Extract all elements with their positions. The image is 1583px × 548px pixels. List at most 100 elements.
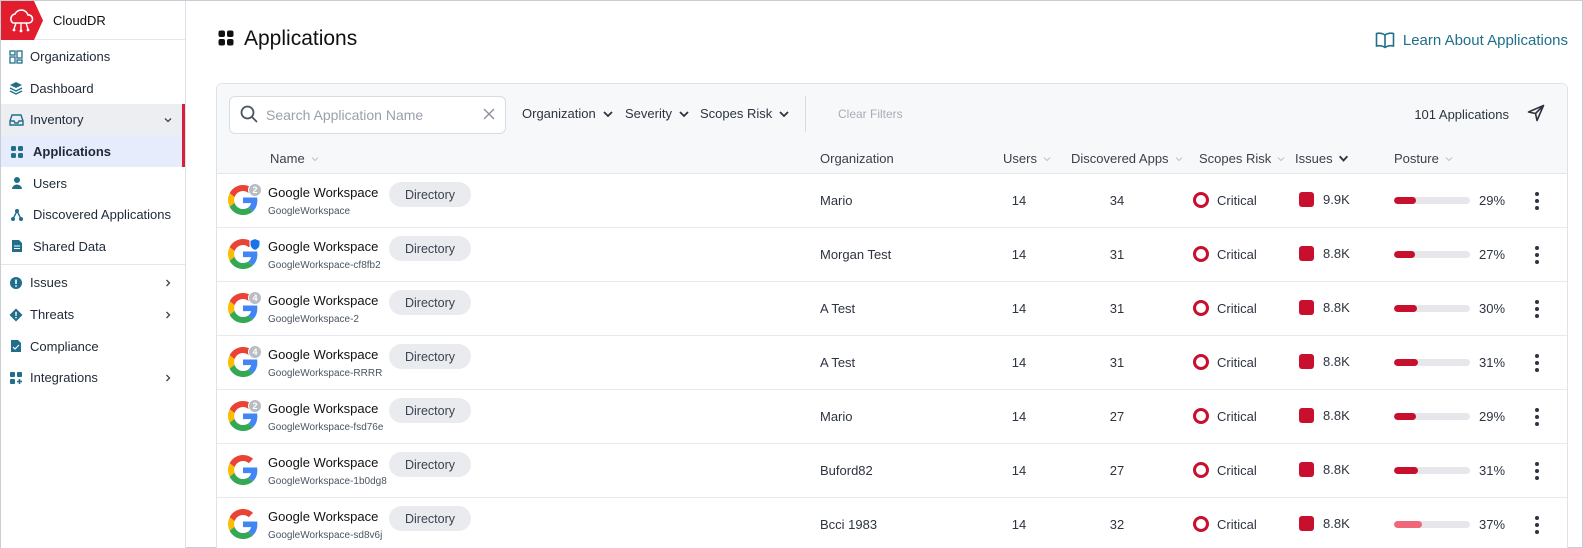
posture-bar — [1394, 305, 1470, 312]
issues-cell: 8.8K — [1299, 300, 1350, 315]
users-cell: 14 — [1011, 463, 1027, 478]
scopes-risk-filter[interactable]: Scopes Risk — [700, 106, 790, 121]
sidebar-item-applications[interactable]: Applications — [1, 135, 185, 168]
app-identifier: GoogleWorkspace-sd8v6j — [268, 530, 383, 541]
row-menu-icon[interactable] — [1532, 353, 1542, 373]
shield-badge-icon — [248, 237, 262, 251]
scopes-risk-cell: Critical — [1193, 408, 1257, 424]
discovered-apps-cell: 31 — [1109, 247, 1125, 262]
column-label: Name — [270, 151, 305, 166]
sidebar-item-label: Discovered Applications — [33, 207, 172, 223]
risk-label: Critical — [1217, 246, 1257, 262]
row-menu-icon[interactable] — [1532, 515, 1542, 535]
app-name[interactable]: Google Workspace — [268, 509, 378, 524]
app-name[interactable]: Google Workspace — [268, 455, 378, 470]
toolbar-divider — [805, 96, 806, 132]
table-row[interactable]: 2 Google Workspace GoogleWorkspace Direc… — [217, 174, 1567, 228]
page-header: Applications — [218, 27, 357, 51]
organization-cell: A Test — [820, 355, 856, 370]
column-posture[interactable]: Posture — [1394, 151, 1454, 166]
issues-count: 8.8K — [1323, 246, 1350, 261]
sidebar-item-label: Issues — [30, 275, 68, 291]
users-cell: 14 — [1011, 355, 1027, 370]
filter-label: Organization — [522, 106, 596, 121]
column-name[interactable]: Name — [270, 151, 320, 166]
table-row[interactable]: 4 Google Workspace GoogleWorkspace-2 Dir… — [217, 282, 1567, 336]
app-name[interactable]: Google Workspace — [268, 293, 378, 308]
organization-filter[interactable]: Organization — [522, 106, 614, 121]
column-organization[interactable]: Organization — [820, 151, 894, 166]
row-menu-icon[interactable] — [1532, 245, 1542, 265]
column-users[interactable]: Users — [1003, 151, 1052, 166]
column-label: Discovered Apps — [1071, 151, 1169, 166]
posture-cell: 29% — [1394, 409, 1505, 424]
severity-square-icon — [1299, 300, 1314, 315]
sidebar-item-inventory[interactable]: Inventory — [1, 104, 185, 136]
applications-panel: Organization Severity Scopes Risk Clear … — [216, 83, 1568, 548]
posture-percent: 27% — [1479, 247, 1506, 262]
integrations-icon — [8, 370, 24, 386]
category-tag: Directory — [389, 506, 471, 531]
issues-cell: 9.9K — [1299, 192, 1350, 207]
category-tag: Directory — [389, 236, 471, 261]
brand[interactable]: CloudDR — [1, 0, 185, 40]
sidebar-item-label: Integrations — [30, 370, 98, 386]
app-name[interactable]: Google Workspace — [268, 347, 378, 362]
clear-filters-button[interactable]: Clear Filters — [838, 107, 903, 121]
sidebar-item-label: Shared Data — [33, 238, 106, 254]
sidebar-item-compliance[interactable]: Compliance — [1, 330, 185, 362]
sidebar-item-users[interactable]: Users — [1, 167, 185, 199]
clear-search-icon[interactable] — [483, 108, 495, 120]
table-row[interactable]: 4 Google Workspace GoogleWorkspace-RRRR … — [217, 336, 1567, 390]
posture-bar — [1394, 413, 1470, 420]
organization-cell: Bcci 1983 — [820, 517, 878, 532]
send-icon[interactable] — [1527, 104, 1545, 122]
row-menu-icon[interactable] — [1532, 461, 1542, 481]
column-issues[interactable]: Issues — [1295, 151, 1349, 166]
search-box[interactable] — [229, 96, 506, 134]
severity-filter[interactable]: Severity — [625, 106, 690, 121]
column-discovered-apps[interactable]: Discovered Apps — [1071, 151, 1184, 166]
app-name: CloudDR — [53, 12, 106, 28]
sidebar-item-organizations[interactable]: Organizations — [1, 41, 185, 73]
sidebar-item-dashboard[interactable]: Dashboard — [1, 73, 185, 105]
sidebar-item-label: Organizations — [30, 49, 111, 65]
sidebar-item-threats[interactable]: Threats — [1, 299, 185, 331]
sidebar-item-discovered-applications[interactable]: Discovered Applications — [1, 199, 185, 231]
app-name[interactable]: Google Workspace — [268, 185, 378, 200]
discovered-apps-cell: 27 — [1109, 409, 1125, 424]
chevron-right-icon — [163, 278, 173, 288]
sidebar-item-integrations[interactable]: Integrations — [1, 362, 185, 394]
posture-bar-fill — [1394, 521, 1423, 528]
table-row[interactable]: Google Workspace GoogleWorkspace-1b0dg8 … — [217, 444, 1567, 498]
search-input[interactable] — [266, 107, 466, 123]
posture-bar-fill — [1394, 467, 1418, 474]
sidebar-item-shared-data[interactable]: Shared Data — [1, 231, 185, 263]
posture-percent: 37% — [1479, 517, 1506, 532]
document-icon — [9, 238, 25, 254]
row-menu-icon[interactable] — [1532, 191, 1542, 211]
critical-ring-icon — [1193, 462, 1209, 478]
row-menu-icon[interactable] — [1532, 299, 1542, 319]
open-book-icon — [1375, 31, 1395, 49]
posture-cell: 31% — [1394, 355, 1505, 370]
issues-cell: 8.8K — [1299, 462, 1350, 477]
app-name[interactable]: Google Workspace — [268, 401, 378, 416]
application-count: 101 Applications — [1414, 107, 1509, 122]
column-scopes-risk[interactable]: Scopes Risk — [1199, 151, 1286, 166]
table-row[interactable]: Google Workspace GoogleWorkspace-sd8v6j … — [217, 498, 1567, 548]
learn-about-applications-link[interactable]: Learn About Applications — [1375, 31, 1568, 49]
chevron-down-icon — [678, 108, 690, 120]
organization-cell: Mario — [820, 193, 853, 208]
sidebar-item-issues[interactable]: Issues — [1, 267, 185, 299]
app-name[interactable]: Google Workspace — [268, 239, 378, 254]
risk-label: Critical — [1217, 354, 1257, 370]
table-row[interactable]: Google Workspace GoogleWorkspace-cf8fb2 … — [217, 228, 1567, 282]
posture-cell: 27% — [1394, 247, 1505, 262]
row-menu-icon[interactable] — [1532, 407, 1542, 427]
category-tag: Directory — [389, 398, 471, 423]
issues-count: 9.9K — [1323, 192, 1350, 207]
sort-chevron-icon — [1042, 154, 1052, 164]
category-tag: Directory — [389, 182, 471, 207]
table-row[interactable]: 2 Google Workspace GoogleWorkspace-fsd76… — [217, 390, 1567, 444]
